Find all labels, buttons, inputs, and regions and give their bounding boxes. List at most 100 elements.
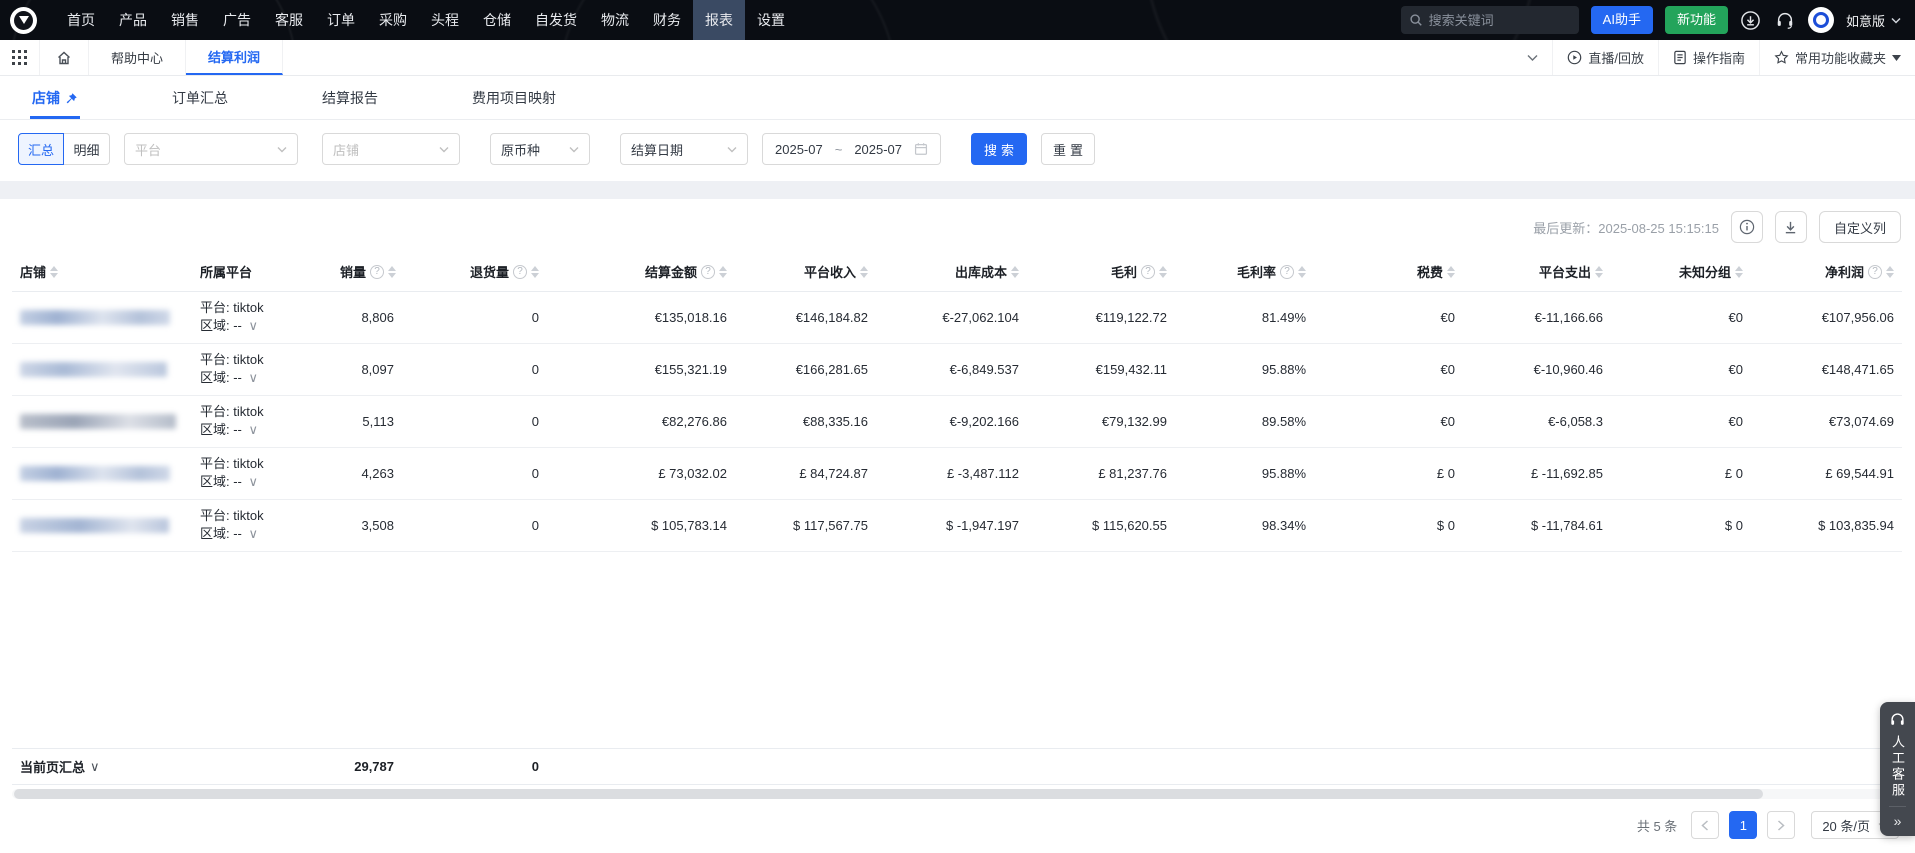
chevron-down-icon[interactable]: ∨ [249,318,259,333]
nav-item-设置[interactable]: 设置 [745,0,797,40]
customize-columns-button[interactable]: 自定义列 [1819,211,1901,243]
chevron-down-icon[interactable]: ∨ [90,759,100,775]
nav-item-广告[interactable]: 广告 [211,0,263,40]
sort-icon[interactable] [50,266,58,278]
help-icon[interactable]: ? [701,265,715,279]
report-tab-费用项目映射[interactable]: 费用项目映射 [470,76,558,119]
column-header-gross_profit[interactable]: 毛利? [1027,253,1175,291]
nav-item-产品[interactable]: 产品 [107,0,159,40]
nav-item-物流[interactable]: 物流 [589,0,641,40]
column-header-unknown_group[interactable]: 未知分组 [1611,253,1751,291]
date-from-value[interactable]: 2025-07 [775,142,823,157]
nav-item-首页[interactable]: 首页 [55,0,107,40]
sort-icon[interactable] [1298,266,1306,278]
nav-item-客服[interactable]: 客服 [263,0,315,40]
nav-item-采购[interactable]: 采购 [367,0,419,40]
nav-item-报表[interactable]: 报表 [693,0,745,40]
shop-name-redacted[interactable] [20,466,170,481]
apps-grid-icon[interactable] [0,40,40,75]
summary-toggle-button[interactable]: 汇总 [18,133,64,165]
help-icon[interactable]: ? [370,265,384,279]
help-icon[interactable]: ? [1141,265,1155,279]
shop-name-redacted[interactable] [20,518,169,533]
user-avatar[interactable] [1808,7,1834,33]
sort-icon[interactable] [1595,266,1603,278]
horizontal-scrollbar[interactable] [12,789,1903,799]
help-center-tab[interactable]: 帮助中心 [89,40,186,75]
live-replay-button[interactable]: 直播/回放 [1552,40,1658,75]
page-number-button[interactable]: 1 [1729,811,1757,839]
shop-select[interactable]: 店铺 [322,133,460,165]
home-tab[interactable] [40,40,89,75]
next-page-button[interactable] [1767,811,1795,839]
help-icon[interactable]: ? [1868,265,1882,279]
collapse-right-icon[interactable]: » [1894,814,1902,830]
favorites-button[interactable]: 常用功能收藏夹 [1759,40,1915,75]
new-feature-button[interactable]: 新功能 [1665,6,1728,34]
region-line[interactable]: 区域: -- ∨ [200,421,324,439]
info-button[interactable] [1731,211,1763,243]
help-icon[interactable]: ? [1280,265,1294,279]
chevron-down-icon[interactable]: ∨ [249,422,259,437]
search-input[interactable] [1429,13,1571,28]
date-range-picker[interactable]: 2025-07 ~ 2025-07 [762,133,941,165]
date-type-select[interactable]: 结算日期 [620,133,748,165]
sort-icon[interactable] [531,266,539,278]
sort-icon[interactable] [1011,266,1019,278]
sort-icon[interactable] [1735,266,1743,278]
shop-name-redacted[interactable] [20,414,176,429]
column-header-settlement[interactable]: 结算金额? [547,253,735,291]
region-line[interactable]: 区域: -- ∨ [200,369,324,387]
nav-item-头程[interactable]: 头程 [419,0,471,40]
report-tab-订单汇总[interactable]: 订单汇总 [170,76,230,119]
pin-icon[interactable] [65,92,78,105]
shop-name-redacted[interactable] [20,362,167,377]
column-header-tax[interactable]: 税费 [1314,253,1463,291]
region-line[interactable]: 区域: -- ∨ [200,473,324,491]
prev-page-button[interactable] [1691,811,1719,839]
sort-icon[interactable] [388,266,396,278]
column-header-net_profit[interactable]: 净利润? [1751,253,1902,291]
region-line[interactable]: 区域: -- ∨ [200,525,324,543]
download-center-icon[interactable] [1740,9,1762,31]
guide-button[interactable]: 操作指南 [1658,40,1759,75]
column-header-sales[interactable]: 销量? [332,253,402,291]
chevron-down-icon[interactable]: ∨ [249,370,259,385]
column-header-outbound_cost[interactable]: 出库成本 [876,253,1027,291]
settlement-profit-tab[interactable]: 结算利润 [186,40,283,75]
date-to-value[interactable]: 2025-07 [854,142,902,157]
platform-select[interactable]: 平台 [124,133,298,165]
sort-icon[interactable] [1886,266,1894,278]
currency-select[interactable]: 原币种 [490,133,590,165]
report-tab-店铺[interactable]: 店铺 [30,76,80,119]
ai-assistant-button[interactable]: AI助手 [1591,6,1653,34]
help-icon[interactable]: ? [513,265,527,279]
chevron-down-icon[interactable]: ∨ [249,526,259,541]
export-download-button[interactable] [1775,211,1807,243]
collapse-tabs-button[interactable] [1513,40,1552,75]
sort-icon[interactable] [1447,266,1455,278]
headset-support-icon[interactable] [1774,9,1796,31]
nav-item-订单[interactable]: 订单 [315,0,367,40]
sort-icon[interactable] [860,266,868,278]
column-header-gross_margin[interactable]: 毛利率? [1175,253,1314,291]
version-menu[interactable]: 如意版 [1846,11,1901,30]
nav-item-销售[interactable]: 销售 [159,0,211,40]
reset-button[interactable]: 重置 [1041,133,1095,165]
scrollbar-thumb[interactable] [14,789,1763,799]
nav-item-自发货[interactable]: 自发货 [523,0,589,40]
search-button[interactable]: 搜索 [971,133,1027,165]
nav-item-财务[interactable]: 财务 [641,0,693,40]
shop-name-redacted[interactable] [20,310,170,325]
app-logo-icon[interactable] [10,7,37,34]
column-header-returns[interactable]: 退货量? [402,253,547,291]
summary-label[interactable]: 当前页汇总 ∨ [20,757,100,776]
column-header-shop[interactable]: 店铺 [12,253,192,291]
chevron-down-icon[interactable]: ∨ [249,474,259,489]
region-line[interactable]: 区域: -- ∨ [200,317,324,335]
global-search[interactable] [1401,6,1579,34]
report-tab-结算报告[interactable]: 结算报告 [320,76,380,119]
column-header-platform_expense[interactable]: 平台支出 [1463,253,1611,291]
sort-icon[interactable] [719,266,727,278]
detail-toggle-button[interactable]: 明细 [64,133,110,165]
